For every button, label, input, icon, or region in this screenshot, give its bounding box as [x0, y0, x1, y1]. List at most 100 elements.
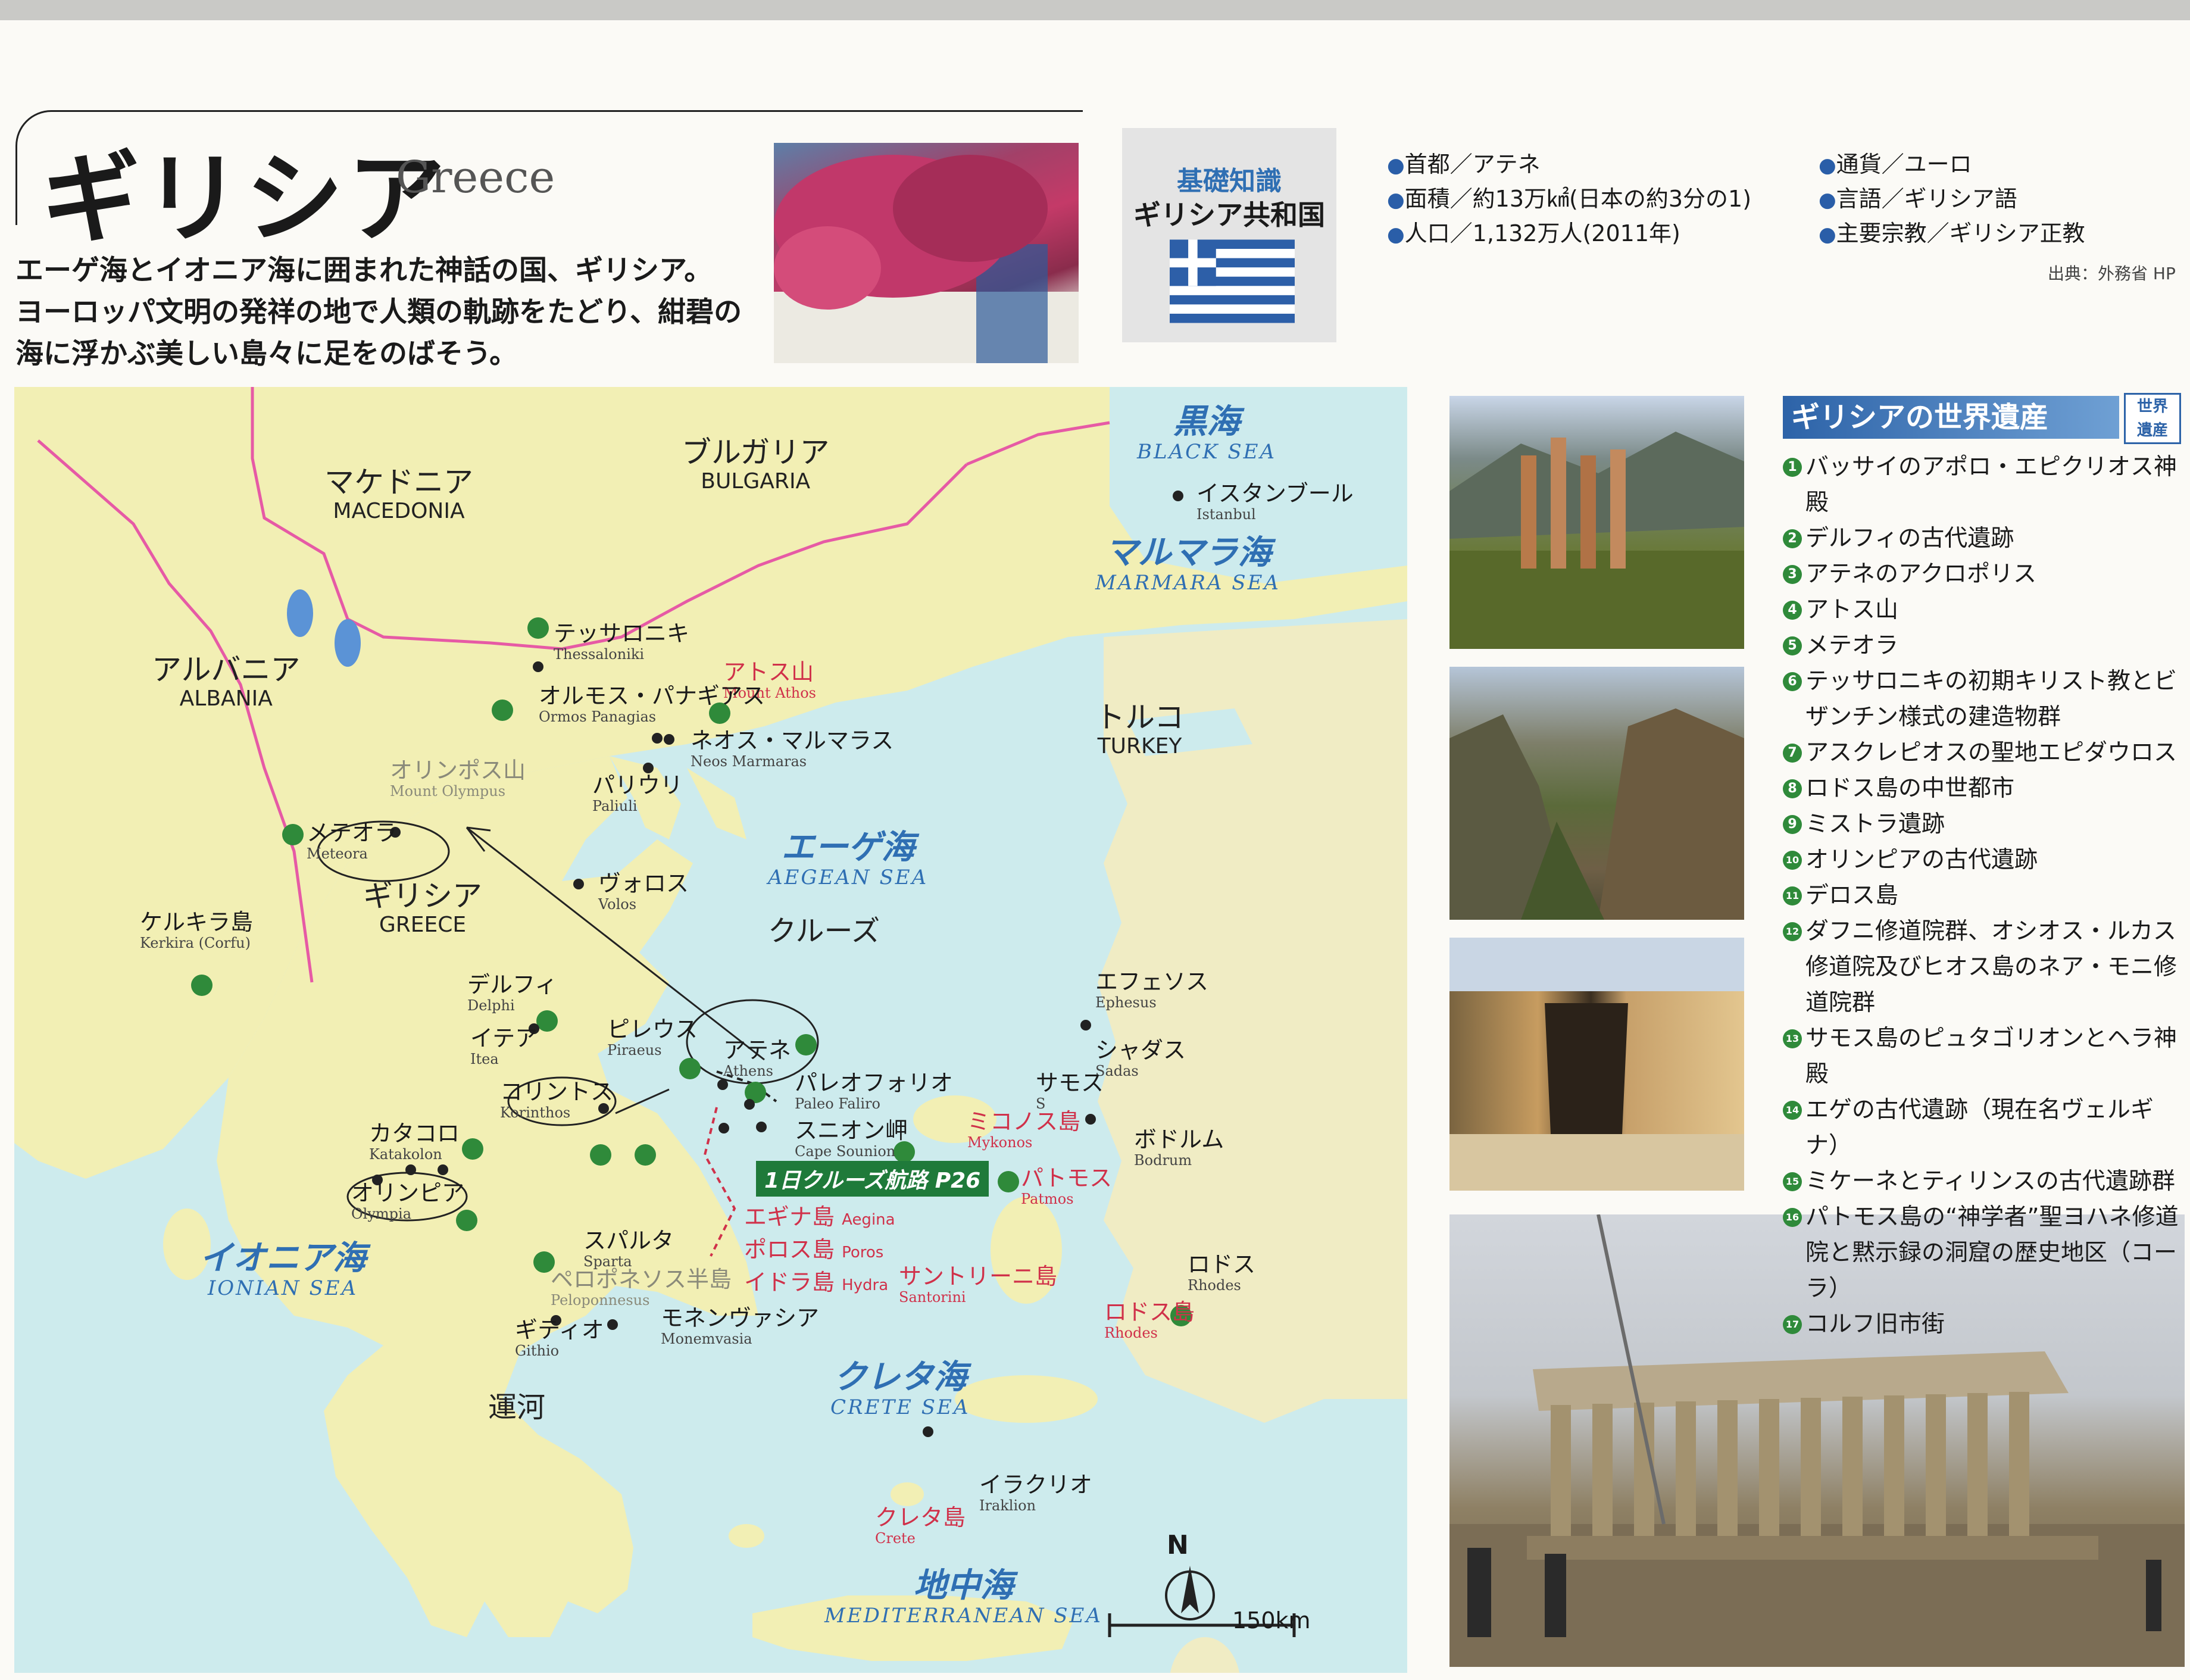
city-delphi: デルフィ Delphi: [467, 972, 558, 1014]
city-sadas: シャダス Sadas: [1095, 1037, 1186, 1079]
island-mykonos: ミコノス島 Mykonos: [967, 1108, 1081, 1151]
bullet-icon: ●: [1387, 154, 1405, 177]
handwritten-canal: 運河: [488, 1391, 546, 1424]
island-samos: サモス S: [1036, 1070, 1104, 1112]
bougainvillea-photo: [774, 143, 1079, 363]
country-macedonia: マケドニア MACEDONIA: [324, 465, 473, 523]
city-sparta: スパルタ Sparta: [583, 1228, 674, 1270]
heritage-item: 16 パトモス島の“神学者”聖ヨハネ修道院と黙示録の洞窟の歴史地区（コーラ）: [1783, 1200, 2185, 1307]
city-githio: ギティオ Githio: [515, 1317, 604, 1359]
city-paliuli: パリウリ Paliuli: [592, 772, 683, 814]
city-iraklion: イラクリオ Iraklion: [979, 1472, 1093, 1514]
heritage-number-icon: 1: [1783, 458, 1802, 477]
bullet-icon: ●: [1819, 154, 1836, 177]
heritage-number-icon: 11: [1783, 886, 1802, 905]
heritage-item: 1 バッサイのアポロ・エピクリオス神殿: [1783, 449, 2185, 521]
island-patmos: パトモス Patmos: [1021, 1165, 1113, 1207]
island-aegina: エギナ島 Aegina: [744, 1204, 895, 1230]
heritage-number-icon: 4: [1783, 601, 1802, 620]
intro-line: 海に浮かぶ美しい島々に足をのばそう。: [15, 338, 518, 370]
heritage-number-icon: 14: [1783, 1101, 1802, 1120]
sea-black: 黒海 BLACK SEA: [1137, 402, 1277, 464]
heritage-label: テッサロニキの初期キリスト教とビザンチン様式の建造物群: [1805, 668, 2177, 730]
heritage-item: 13 サモス島のピュタゴリオンとヘラ神殿: [1783, 1021, 2185, 1092]
island-poros: ポロス島 Poros: [744, 1236, 884, 1263]
heritage-number-icon: 10: [1783, 851, 1802, 870]
city-bodrum: ボドルム Bodrum: [1134, 1126, 1224, 1169]
north-arrow-icon: N: [1167, 1530, 1189, 1560]
heritage-item: 14 エゲの古代遺跡（現在名ヴェルギナ）: [1783, 1092, 2185, 1164]
world-heritage-list: 1 バッサイのアポロ・エピクリオス神殿 2 デルフィの古代遺跡 3 アテネのアクロポリス 4…: [1783, 449, 2185, 1342]
sea-marmara: マルマラ海 MARMARA SEA: [1095, 533, 1280, 595]
heritage-number-icon: 16: [1783, 1208, 1802, 1227]
page-title: ギリシア: [42, 140, 449, 256]
heritage-item: 5 メテオラ: [1783, 628, 2185, 664]
heritage-label: オリンピアの古代遺跡: [1805, 847, 2038, 873]
heritage-label: エゲの古代遺跡（現在名ヴェルギナ）: [1805, 1097, 2154, 1159]
mycenae-tomb-photo: [1449, 938, 1744, 1191]
heritage-item: 7 アスクレピオスの聖地エピダウロス: [1783, 735, 2185, 771]
basic-info-label: 基礎知識: [1177, 166, 1282, 196]
city-ormos-panagias: オルモス・パナギアス Ormos Panagias: [539, 683, 766, 725]
island-crete: クレタ島 Crete: [875, 1504, 966, 1547]
heritage-item: 10 オリンピアの古代遺跡: [1783, 842, 2185, 878]
heritage-label: バッサイのアポロ・エピクリオス神殿: [1805, 454, 2177, 516]
island-hydra: イドラ島 Hydra: [744, 1269, 889, 1295]
heritage-number-icon: 5: [1783, 636, 1802, 655]
delphi-photo: [1449, 396, 1744, 649]
island-rhodes: ロドス島 Rhodes: [1104, 1299, 1195, 1341]
intro-line: ヨーロッパ文明の発祥の地で人類の軌跡をたどり、紺碧の: [15, 296, 742, 329]
info-currency: ●通貨／ユーロ: [1819, 151, 1972, 177]
heritage-item: 12 ダフニ修道院群、オシオス・ルカス修道院及びヒオス島のネア・モニ修道院群: [1783, 914, 2185, 1021]
heritage-label: パトモス島の“神学者”聖ヨハネ修道院と黙示録の洞窟の歴史地区（コーラ）: [1805, 1204, 2179, 1302]
intro-line: エーゲ海とイオニア海に囲まれた神話の国、ギリシア。: [15, 254, 713, 287]
country-bulgaria: ブルガリア BULGARIA: [682, 435, 830, 494]
bullet-icon: ●: [1387, 188, 1405, 212]
island-santorini: サントリーニ島 Santorini: [899, 1263, 1058, 1306]
heritage-label: デロス島: [1805, 882, 1899, 909]
heritage-label: メテオラ: [1805, 632, 1899, 659]
city-olympia: オリンピア Olympia: [351, 1180, 465, 1222]
heritage-number-icon: 17: [1783, 1315, 1802, 1334]
heritage-item: 11 デロス島: [1783, 878, 2185, 914]
city-rhodes: ロドス Rhodes: [1188, 1251, 1256, 1294]
city-athens: アテネ Athens: [723, 1037, 792, 1079]
heritage-label: アテネのアクロポリス: [1805, 561, 2037, 588]
heritage-label: サモス島のピュタゴリオンとヘラ神殿: [1805, 1025, 2177, 1088]
intro-text: エーゲ海とイオニア海に囲まれた神話の国、ギリシア。 ヨーロッパ文明の発祥の地で人…: [15, 250, 783, 375]
meteora-photo: [1449, 667, 1744, 920]
heritage-label: コルフ旧市街: [1805, 1311, 1945, 1338]
city-volos: ヴォロス Volos: [598, 870, 689, 913]
country-turkey: トルコ TURKEY: [1095, 700, 1184, 758]
bullet-icon: ●: [1819, 223, 1836, 246]
info-area: ●面積／約13万㎢(日本の約3分の1): [1387, 186, 1752, 212]
world-heritage-title: ギリシアの世界遺産: [1783, 396, 2119, 439]
sea-aegean: エーゲ海 AEGEAN SEA: [768, 827, 929, 889]
heritage-label: ロドス島の中世都市: [1805, 775, 2015, 802]
bullet-icon: ●: [1819, 188, 1836, 212]
map-scale: 150km: [1232, 1607, 1311, 1634]
basic-info-right: ●通貨／ユーロ ●言語／ギリシア語 ●主要宗教／ギリシア正教: [1819, 148, 2085, 251]
island-kerkira: ケルキラ島 Kerkira (Corfu): [140, 909, 254, 951]
greek-flag-icon: [1170, 239, 1295, 323]
city-thessaloniki: テッサロニキ Thessaloniki: [554, 620, 690, 663]
city-paleo-faliro: パレオフォリオ Paleo Faliro: [795, 1070, 954, 1112]
heritage-label: アスクレピオスの聖地エピダウロス: [1805, 739, 2177, 766]
city-ephesus: エフェソス Ephesus: [1095, 969, 1209, 1011]
cape-sounion: スニオン岬 Cape Sounion: [795, 1117, 908, 1160]
info-capital: ●首都／アテネ: [1387, 151, 1541, 177]
heritage-number-icon: 12: [1783, 922, 1802, 941]
peloponnesus: ペロポネソス半島 Peloponnesus: [551, 1266, 732, 1309]
source-note: 出典：外務省 HP: [2048, 264, 2176, 283]
heritage-label: ミストラ遺跡: [1805, 811, 1945, 838]
heritage-number-icon: 8: [1783, 779, 1802, 798]
scan-edge: [0, 0, 2190, 20]
heritage-number-icon: 2: [1783, 529, 1802, 548]
cruise-route-label: 1日クルーズ航路 P26: [756, 1161, 989, 1197]
heritage-number-icon: 13: [1783, 1029, 1802, 1048]
basic-info-left: ●首都／アテネ ●面積／約13万㎢(日本の約3分の1) ●人口／1,132万人(…: [1387, 148, 1751, 251]
info-population: ●人口／1,132万人(2011年): [1387, 220, 1680, 246]
mount-olympus: オリンポス山 Mount Olympus: [390, 757, 526, 800]
page-title-english: Greece: [396, 152, 555, 203]
world-heritage-badge: 世界 遺産: [2124, 393, 2181, 444]
